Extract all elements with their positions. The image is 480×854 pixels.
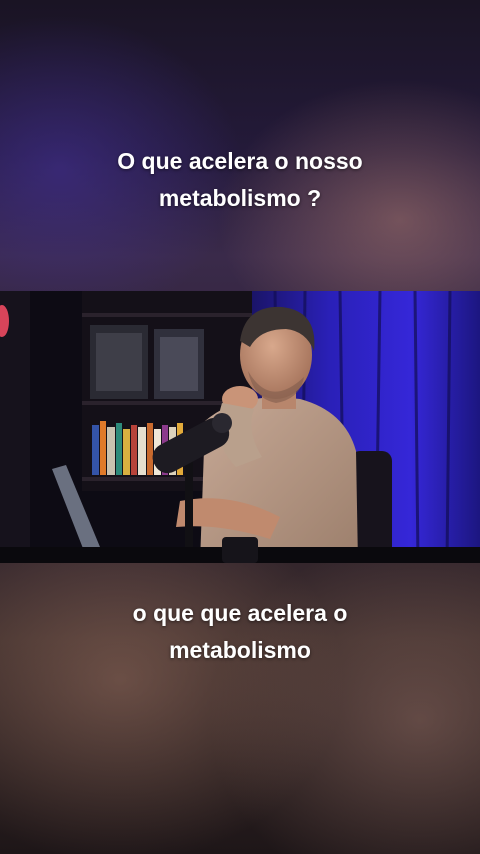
video-screen[interactable]: O que acelera o nosso metabolismo ? o qu… [0,0,480,854]
subtitle-caption-line-2: metabolismo [169,637,311,663]
subtitle-caption-line-1: o que que acelera o [132,600,348,626]
question-caption-line-2: metabolismo ? [158,185,322,211]
subtitle-caption: o que que acelera o metabolismo [0,595,480,669]
question-caption-line-1: O que acelera o nosso [117,148,363,174]
podcast-video-frame[interactable] [0,291,480,563]
question-caption: O que acelera o nosso metabolismo ? [0,143,480,217]
mug [222,537,258,563]
podcast-scene [0,291,480,563]
